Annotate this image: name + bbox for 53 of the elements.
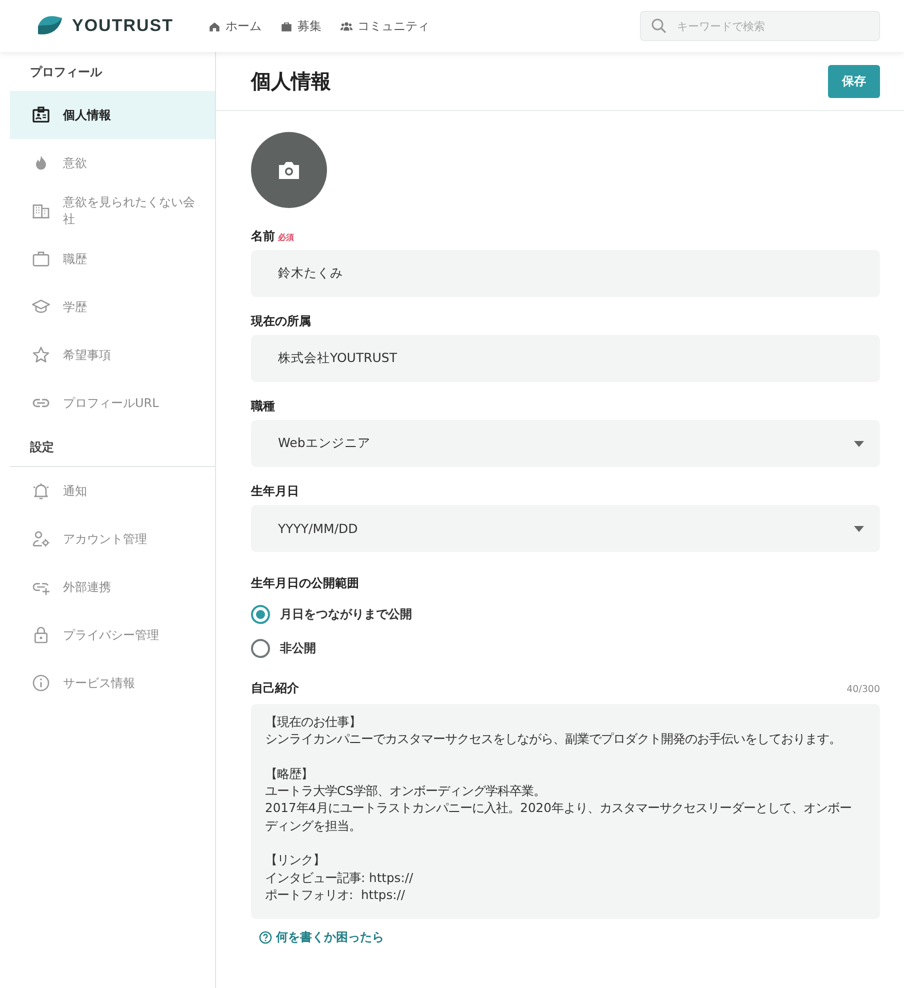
radio-label: 月日をつながりまで公開 [280,606,412,623]
radio-button[interactable] [251,639,270,658]
sidebar-item[interactable]: 通知 [10,467,215,515]
sidebar-item[interactable]: 職歴 [10,235,215,283]
sidebar-item[interactable]: サービス情報 [10,659,215,707]
field-label: 生年月日の公開範囲 [251,576,359,590]
people-icon [340,20,352,32]
required-label: 必須 [278,232,294,243]
bio-textarea[interactable]: 【現在のお仕事】 シンライカンパニーでカスタマーサクセスをしながら、副業でプロダクト開発のお手伝いをしております。 【略歴】 ユートラ大学CS学部、オンボーディング学科卒業。 2017年4月にユートラストカンパニーに入社。2020年より、カスタマーサクセスリーダーとして、オンボー ディングを担当。 【リンク】 インタビュー記事: https:// ポートフォリオ: https:// [251,704,880,919]
star-icon [31,345,51,365]
help-link[interactable]: 何を書くか困ったら [259,929,384,946]
briefcase-icon [31,249,51,269]
field-label: 職種 [251,398,275,415]
caret-icon [854,440,864,446]
select-field[interactable]: Webエンジニア [251,420,880,467]
input-field[interactable]: 株式会社YOUTRUST [251,335,880,382]
nav-link[interactable]: コミュニティ [340,18,430,34]
bag-icon [280,20,292,32]
section-heading: 設定 [10,427,215,467]
radio-label: 非公開 [280,640,316,657]
sidebar-item[interactable]: プライバシー管理 [10,611,215,659]
field-label: 現在の所属 [251,313,311,330]
sidebar-item[interactable]: 個人情報 [10,91,215,139]
nav-link[interactable]: ホーム [208,18,262,34]
profile-card-icon [31,105,51,125]
radio-button[interactable] [251,605,270,624]
search-field[interactable]: キーワードで検索 [640,11,880,41]
section-heading: プロフィール [29,64,104,81]
sidebar-item[interactable]: アカウント管理 [10,515,215,563]
character-counter: 40/300 [846,684,880,695]
user-gear-icon [31,529,51,549]
nav-link[interactable]: 募集 [280,18,322,34]
field-label: 生年月日 [251,483,299,500]
info-icon [31,673,51,693]
search-icon [651,18,667,34]
sidebar-item[interactable]: 学歴 [10,283,215,331]
bell-icon [31,481,51,501]
camera-icon [277,160,301,180]
field-label: 名前 [251,228,275,245]
question-icon [259,931,272,944]
select-field[interactable]: YYYY/MM/DD [251,505,880,552]
sidebar-item[interactable]: 外部連携 [10,563,215,611]
save-button[interactable]: 保存 [828,64,880,98]
caret-icon [854,526,864,532]
home-icon [208,20,220,32]
page-title: 個人情報 [251,68,331,94]
sidebar-item[interactable]: プロフィールURL [10,379,215,427]
sidebar-item[interactable]: 意欲 [10,139,215,187]
sidebar-item[interactable]: 希望事項 [10,331,215,379]
logo-text: YOUTRUST [72,16,174,36]
sidebar-item[interactable]: 意欲を見られたくない会社 [10,187,215,235]
input-field[interactable]: 鈴木たくみ [251,250,880,297]
field-label: 自己紹介 [251,680,299,697]
